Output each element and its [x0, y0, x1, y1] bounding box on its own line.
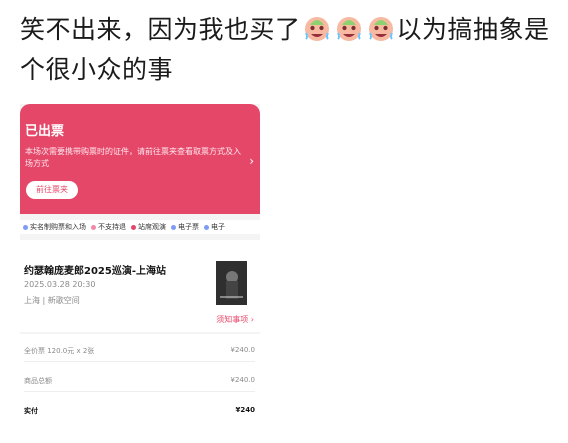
- ticket-status-banner: 已出票 本场次需要携带购票时的证件，请前往票夹查看取票方式及入场方式 › 前往票…: [20, 104, 260, 214]
- post-text: 笑不出来，因为我也买了 以为搞抽象是个很小众的事: [20, 10, 560, 90]
- ticket-status-title: 已出票: [25, 124, 65, 139]
- notice-link[interactable]: 须知事项 ›: [216, 314, 254, 325]
- price-row-ticket: 全价票 120.0元 x 2张 ¥240.0: [24, 346, 255, 355]
- dot-icon: [204, 224, 209, 230]
- event-poster-image: [216, 261, 247, 305]
- event-datetime: 2025.03.28 20:30: [24, 280, 96, 289]
- dot-icon: [91, 224, 96, 230]
- crying-laughing-face-icon: [368, 17, 393, 41]
- event-card: 约瑟翰庞麦郎2025巡演-上海站 2025.03.28 20:30 上海 | 新…: [20, 240, 260, 332]
- feature-e-ticket: 电子票: [171, 222, 199, 232]
- ticket-order-screenshot: 已出票 本场次需要携带购票时的证件，请前往票夹查看取票方式及入场方式 › 前往票…: [20, 104, 260, 436]
- feature-standing: 站席观演: [131, 222, 166, 232]
- price-row-subtotal: 商品总额 ¥240.0: [24, 376, 255, 385]
- divider: [24, 361, 255, 362]
- dot-icon: [23, 224, 28, 230]
- event-venue: 上海 | 新歌空间: [24, 296, 80, 305]
- dot-icon: [131, 224, 136, 230]
- post-text-part-1: 笑不出来，因为我也买了: [20, 15, 301, 44]
- crying-laughing-face-icon: [304, 17, 329, 41]
- feature-no-refund: 不支持退: [91, 222, 126, 232]
- dot-icon: [171, 224, 176, 230]
- ticket-status-description: 本场次需要携带购票时的证件，请前往票夹查看取票方式及入场方式: [25, 147, 241, 168]
- feature-real-name: 实名制购票和入场: [23, 222, 86, 232]
- price-summary: 全价票 120.0元 x 2张 ¥240.0 商品总额 ¥240.0 实付 ¥2…: [20, 334, 260, 436]
- chevron-right-icon[interactable]: ›: [249, 154, 254, 168]
- event-title: 约瑟翰庞麦郎2025巡演-上海站: [24, 266, 166, 277]
- price-row-paid: 实付 ¥240: [24, 406, 255, 415]
- crying-laughing-face-icon: [336, 17, 361, 41]
- view-ticket-wallet-button[interactable]: 前往票夹: [26, 181, 78, 199]
- feature-e-ticket-2: 电子: [204, 222, 225, 232]
- ticket-feature-strip: 实名制购票和入场 不支持退 站席观演 电子票 电子: [20, 220, 260, 234]
- divider: [24, 391, 255, 392]
